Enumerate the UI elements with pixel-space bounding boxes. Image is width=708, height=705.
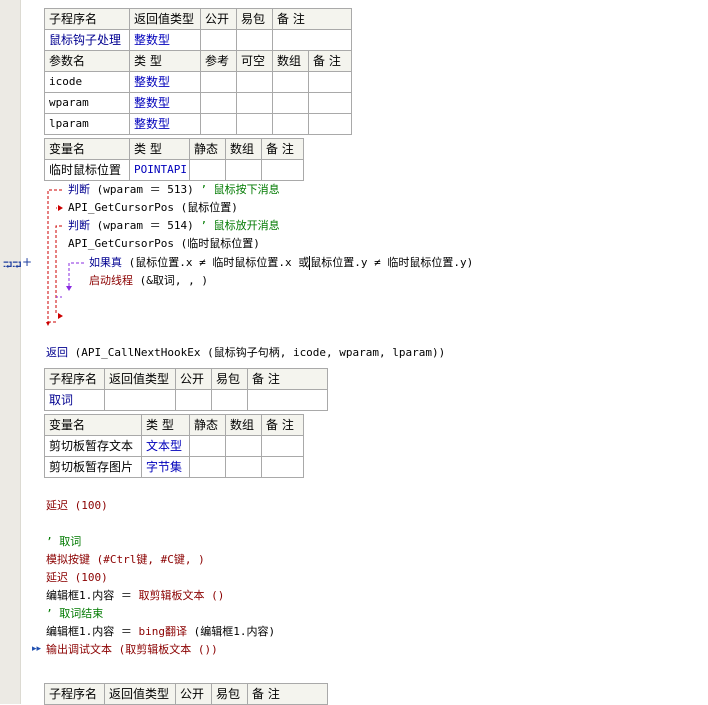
code-line[interactable]: 模拟按键 (#Ctrl键, #C键, ): [46, 551, 205, 569]
subroutine-name[interactable]: 取词: [44, 389, 105, 411]
var-name[interactable]: 剪切板暂存图片: [44, 456, 142, 478]
note-cell[interactable]: [247, 389, 328, 411]
keyword: 如果真: [89, 256, 122, 269]
code-line[interactable]: 编辑框1.内容 ＝ bing翻译 (编辑框1.内容): [46, 623, 275, 641]
header-cell: 公开: [175, 368, 212, 390]
header-cell: 易包: [211, 368, 248, 390]
code-line[interactable]: 启动线程 (&取词, , ): [89, 272, 208, 290]
local-vars-table-2: 变量名 类 型 静态 数组 备 注 剪切板暂存文本 文本型 剪切板暂存图片 字节…: [44, 414, 304, 478]
var-static-cell[interactable]: [189, 456, 226, 478]
header-cell: 易包: [211, 683, 248, 705]
header-cell: 变量名: [44, 414, 142, 436]
bookmark-arrow-icon[interactable]: ⮒⮒: [3, 256, 22, 277]
function-call: bing翻译: [138, 625, 188, 638]
code-line[interactable]: 延迟 (100): [46, 497, 108, 515]
code-line[interactable]: 判断 (wparam ＝ 514) ’ 鼠标放开消息: [68, 217, 280, 235]
var-type[interactable]: 字节集: [141, 456, 190, 478]
header-cell: 备 注: [247, 368, 328, 390]
var-row: 剪切板暂存文本 文本型: [44, 435, 304, 457]
keyword: 判断: [68, 183, 90, 196]
subroutine-table-3: 子程序名 返回值类型 公开 易包 备 注: [44, 683, 328, 705]
args: (wparam ＝ 514): [90, 219, 201, 232]
var-array-cell[interactable]: [225, 435, 262, 457]
var-note-cell[interactable]: [261, 435, 304, 457]
args: (&取词, , ): [133, 274, 208, 287]
header-cell: 类 型: [141, 414, 190, 436]
return-type[interactable]: [104, 389, 176, 411]
run-arrow-icon[interactable]: ▸▸: [32, 644, 41, 654]
vars-header-row: 变量名 类 型 静态 数组 备 注: [44, 414, 304, 436]
expand-icon[interactable]: +: [22, 255, 32, 269]
assign-target: 编辑框1.内容 ＝: [46, 625, 139, 638]
header-cell: 静态: [189, 414, 226, 436]
flow-arrow-icon: [58, 205, 63, 211]
var-static-cell[interactable]: [189, 435, 226, 457]
header-cell: 数组: [225, 414, 262, 436]
header-cell: 备 注: [247, 683, 328, 705]
code-line-current[interactable]: 如果真 (鼠标位置.x ≠ 临时鼠标位置.x 或鼠标位置.y ≠ 临时鼠标位置.…: [89, 254, 473, 272]
header-cell: 返回值类型: [104, 683, 176, 705]
easy-pkg-cell[interactable]: [211, 389, 248, 411]
subroutine-header-row: 子程序名 返回值类型 公开 易包 备 注: [44, 368, 328, 390]
args: (wparam ＝ 513): [90, 183, 201, 196]
code-line[interactable]: 延迟 (100): [46, 569, 108, 587]
subroutine-row: 取词: [44, 389, 328, 411]
args: (鼠标位置.x ≠ 临时鼠标位置.x 或: [122, 256, 310, 269]
var-note-cell[interactable]: [261, 456, 304, 478]
args: (编辑框1.内容): [187, 625, 276, 638]
code-line[interactable]: API_GetCursorPos (鼠标位置): [68, 199, 238, 217]
var-row: 剪切板暂存图片 字节集: [44, 456, 304, 478]
code-line[interactable]: API_GetCursorPos (临时鼠标位置): [68, 235, 260, 253]
code-line[interactable]: 编辑框1.内容 ＝ 取剪辑板文本 (): [46, 587, 224, 605]
public-cell[interactable]: [175, 389, 212, 411]
var-type[interactable]: 文本型: [141, 435, 190, 457]
code-line[interactable]: 判断 (wparam ＝ 513) ’ 鼠标按下消息: [68, 181, 280, 199]
comment: ’ 鼠标放开消息: [200, 219, 280, 232]
code-comment[interactable]: ’ 取词结束: [46, 605, 103, 623]
function-call: 取剪辑板文本 (): [138, 589, 225, 602]
args: 鼠标位置.y ≠ 临时鼠标位置.y): [310, 256, 474, 269]
code-line-return[interactable]: 返回 (API_CallNextHookEx (鼠标钩子句柄, icode, w…: [46, 344, 445, 362]
subroutine-table-get-word: 子程序名 返回值类型 公开 易包 备 注 取词: [44, 368, 328, 411]
var-name[interactable]: 剪切板暂存文本: [44, 435, 142, 457]
keyword: 判断: [68, 219, 90, 232]
header-cell: 子程序名: [44, 683, 105, 705]
header-cell: 公开: [175, 683, 212, 705]
keyword: 返回: [46, 346, 68, 359]
header-cell: 返回值类型: [104, 368, 176, 390]
header-cell: 备 注: [261, 414, 304, 436]
comment: ’ 鼠标按下消息: [200, 183, 280, 196]
assign-target: 编辑框1.内容 ＝: [46, 589, 139, 602]
var-array-cell[interactable]: [225, 456, 262, 478]
keyword: 启动线程: [89, 274, 133, 287]
code-line-debug[interactable]: 输出调试文本 (取剪辑板文本 ()): [46, 641, 218, 659]
subroutine-header-row: 子程序名 返回值类型 公开 易包 备 注: [44, 683, 328, 705]
code-comment[interactable]: ’ 取词: [46, 533, 81, 551]
header-cell: 子程序名: [44, 368, 105, 390]
args: (API_CallNextHookEx (鼠标钩子句柄, icode, wpar…: [68, 346, 446, 359]
